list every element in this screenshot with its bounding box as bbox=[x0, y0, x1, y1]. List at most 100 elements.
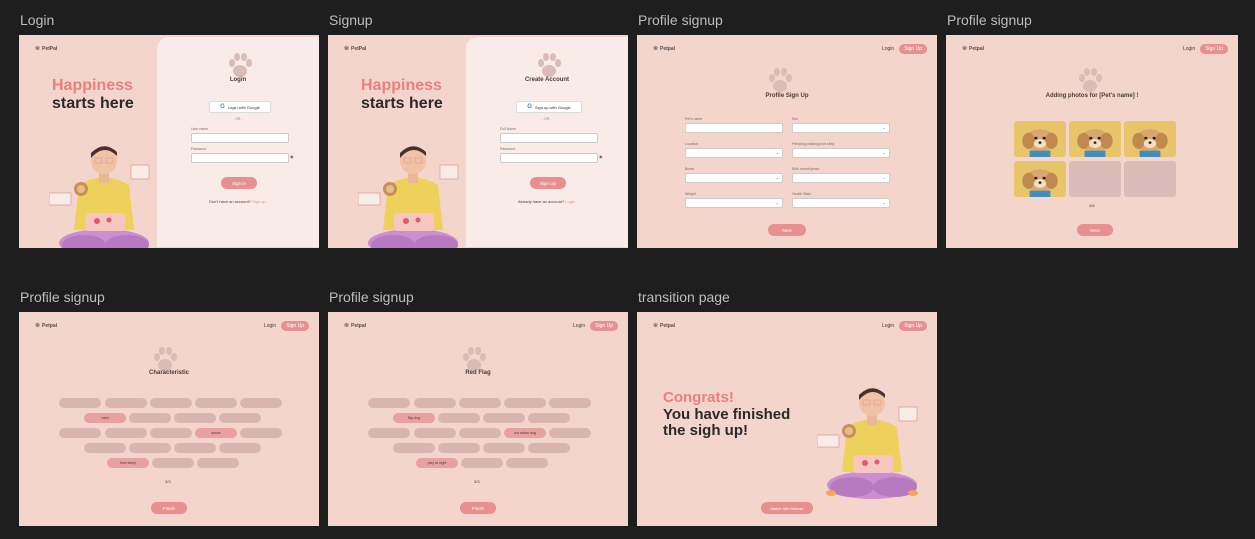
pet-photo[interactable] bbox=[1014, 161, 1066, 197]
flag-pill[interactable] bbox=[549, 428, 591, 438]
trait-pill[interactable] bbox=[150, 398, 192, 408]
nav-login-link[interactable]: Login bbox=[882, 323, 894, 329]
finish-button[interactable]: Finish bbox=[151, 502, 187, 514]
birth-select[interactable]: ⌄ bbox=[792, 173, 890, 183]
brand-logo[interactable]: ❀ PetPal bbox=[344, 45, 367, 53]
nav-login-link[interactable]: Login bbox=[573, 323, 585, 329]
eye-icon[interactable]: ◉ bbox=[599, 154, 603, 159]
flag-pill[interactable] bbox=[393, 443, 435, 453]
password-input[interactable] bbox=[500, 153, 598, 163]
brand-logo[interactable]: ❀ Petpal bbox=[35, 322, 57, 330]
person-illustration bbox=[49, 145, 151, 248]
redflag-title: Red Flag bbox=[465, 370, 491, 376]
location-select[interactable]: ⌄ bbox=[685, 148, 783, 158]
flag-pill-selected[interactable]: play at night bbox=[416, 458, 458, 468]
trait-pill[interactable] bbox=[129, 443, 171, 453]
breed-select[interactable]: ⌄ bbox=[685, 173, 783, 183]
flag-pill[interactable] bbox=[368, 428, 410, 438]
flag-pill[interactable] bbox=[483, 443, 525, 453]
trait-pill[interactable] bbox=[129, 413, 171, 423]
nav-signup-button[interactable]: Sign Up bbox=[899, 44, 927, 54]
sex-select[interactable]: ⌄ bbox=[792, 123, 890, 133]
trait-pill[interactable] bbox=[59, 398, 101, 408]
trait-pill[interactable] bbox=[219, 443, 261, 453]
brand-logo[interactable]: ❀ Petpal bbox=[653, 322, 675, 330]
google-login-button[interactable]: G Login with Google bbox=[209, 101, 271, 113]
pet-photo[interactable] bbox=[1014, 121, 1066, 157]
finish-button[interactable]: Finish bbox=[460, 502, 496, 514]
username-input[interactable] bbox=[191, 133, 289, 143]
congrats-line-2: You have finished bbox=[663, 405, 791, 423]
pet-name-input[interactable] bbox=[685, 123, 783, 133]
nav-signup-button[interactable]: Sign Up bbox=[281, 321, 309, 331]
flag-pill[interactable] bbox=[414, 428, 456, 438]
empty-photo-slot[interactable] bbox=[1124, 161, 1176, 197]
nav-signup-button[interactable]: Sign Up bbox=[590, 321, 618, 331]
nav-login-link[interactable]: Login bbox=[882, 46, 894, 52]
trait-pill[interactable] bbox=[219, 413, 261, 423]
photos-title: Adding photos for [Pet's name] ! bbox=[1045, 93, 1139, 99]
field-label-health: Health State bbox=[792, 192, 812, 196]
sign-up-button[interactable]: Sign Up bbox=[530, 177, 566, 189]
match-friends-button[interactable]: Match with friends! bbox=[761, 502, 813, 514]
login-link[interactable]: Login bbox=[565, 199, 575, 204]
next-button[interactable]: Next bbox=[1077, 224, 1113, 236]
flag-pill[interactable] bbox=[504, 398, 546, 408]
trait-pill[interactable] bbox=[197, 458, 239, 468]
empty-photo-slot[interactable] bbox=[1069, 161, 1121, 197]
flag-pill-selected[interactable]: not active dog bbox=[504, 428, 546, 438]
trait-pill[interactable] bbox=[174, 443, 216, 453]
trait-pill-selected[interactable]: love sleep bbox=[107, 458, 149, 468]
signup-link[interactable]: Sign up bbox=[252, 199, 266, 204]
brand-name: PetPal bbox=[351, 45, 367, 52]
health-select[interactable]: ⌄ bbox=[792, 198, 890, 208]
flag-pill[interactable] bbox=[483, 413, 525, 423]
nav-login-link[interactable]: Login bbox=[264, 323, 276, 329]
flag-pill[interactable] bbox=[459, 428, 501, 438]
trait-pill[interactable] bbox=[105, 398, 147, 408]
trait-pill[interactable] bbox=[105, 428, 147, 438]
fullname-input[interactable] bbox=[500, 133, 598, 143]
nav-signup-button[interactable]: Sign Up bbox=[1200, 44, 1228, 54]
flag-pill[interactable] bbox=[528, 443, 570, 453]
flag-pill[interactable] bbox=[438, 443, 480, 453]
brand-logo[interactable]: ❀ PetPal bbox=[35, 45, 58, 53]
trait-pill-selected[interactable]: active bbox=[195, 428, 237, 438]
trait-pill-selected[interactable]: calm bbox=[84, 413, 126, 423]
nav-signup-button[interactable]: Sign Up bbox=[899, 321, 927, 331]
flag-pill[interactable] bbox=[414, 398, 456, 408]
next-button[interactable]: Next bbox=[768, 224, 806, 236]
flag-pill[interactable] bbox=[461, 458, 503, 468]
pets-select[interactable]: ⌄ bbox=[792, 148, 890, 158]
eye-icon[interactable]: ◉ bbox=[290, 154, 294, 159]
trait-pill[interactable] bbox=[84, 443, 126, 453]
flag-pill[interactable] bbox=[438, 413, 480, 423]
brand-logo[interactable]: ❀ Petpal bbox=[344, 322, 366, 330]
trait-pill[interactable] bbox=[59, 428, 101, 438]
trait-pill[interactable] bbox=[195, 398, 237, 408]
trait-pill[interactable] bbox=[240, 398, 282, 408]
flag-pill[interactable] bbox=[506, 458, 548, 468]
password-input[interactable] bbox=[191, 153, 289, 163]
trait-pill[interactable] bbox=[152, 458, 194, 468]
flag-pill-selected[interactable]: Big dog bbox=[393, 413, 435, 423]
brand-logo[interactable]: ❀ Petpal bbox=[653, 45, 675, 53]
flag-pill[interactable] bbox=[459, 398, 501, 408]
flag-pill[interactable] bbox=[368, 398, 410, 408]
sign-in-button[interactable]: Sign in bbox=[221, 177, 257, 189]
congrats-line-3: the sigh up! bbox=[663, 422, 748, 439]
pet-photo[interactable] bbox=[1124, 121, 1176, 157]
flag-pill[interactable] bbox=[549, 398, 591, 408]
person-illustration bbox=[817, 387, 919, 500]
nav-login-link[interactable]: Login bbox=[1183, 46, 1195, 52]
trait-pill[interactable] bbox=[240, 428, 282, 438]
brand-logo[interactable]: ❀ Petpal bbox=[962, 45, 984, 53]
weight-select[interactable]: ⌄ bbox=[685, 198, 783, 208]
pet-photo[interactable] bbox=[1069, 121, 1121, 157]
google-signup-button[interactable]: G Sign up with Google bbox=[516, 101, 582, 113]
flag-pill[interactable] bbox=[528, 413, 570, 423]
trait-pill[interactable] bbox=[174, 413, 216, 423]
frame-label-signup: Signup bbox=[329, 12, 373, 28]
brand-name: PetPal bbox=[42, 45, 58, 52]
trait-pill[interactable] bbox=[150, 428, 192, 438]
